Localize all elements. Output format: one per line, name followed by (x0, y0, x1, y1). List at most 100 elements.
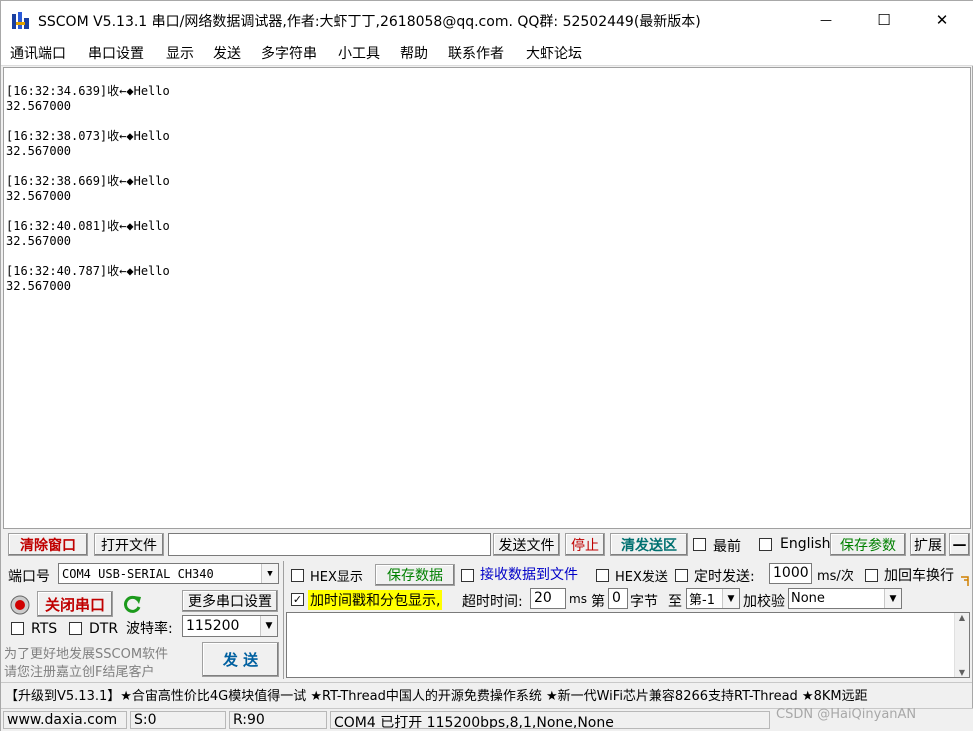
menu-tools[interactable]: 小工具 (338, 43, 380, 63)
csdn-watermark: CSDN @HaiQinyanAN (776, 707, 917, 722)
port-label: 端口号 (8, 569, 50, 585)
chevron-down-icon: ▼ (884, 589, 901, 608)
menu-bar: 通讯端口 串口设置 显示 发送 多字符串 小工具 帮助 联系作者 大虾论坛 (1, 39, 973, 66)
status-sent-count: S:0 (130, 711, 226, 729)
save-data-button[interactable]: 保存数据 (375, 564, 455, 586)
hex-send-checkbox[interactable] (596, 569, 609, 582)
timestamp-checkbox[interactable]: ✓ (291, 593, 304, 606)
status-port-info: COM4 已打开 115200bps,8,1,None,None (330, 711, 770, 729)
topmost-label: 最前 (713, 539, 741, 555)
promo-line-2: 请您注册嘉立创F结尾客户 (4, 665, 155, 680)
sscom-app-icon (12, 12, 29, 29)
receive-log[interactable]: [16:32:34.639]收←◆Hello 32.567000 [16:32:3… (3, 67, 971, 529)
clear-send-area-button[interactable]: 清发送区 (610, 533, 688, 556)
chevron-down-icon: ▼ (260, 616, 277, 636)
send-file-button[interactable]: 发送文件 (493, 533, 560, 556)
checksum-label: 加校验 (743, 594, 785, 610)
rts-label: RTS (31, 621, 58, 637)
send-text-area[interactable] (286, 612, 970, 678)
log-entry: [16:32:34.639]收←◆Hello 32.567000 (6, 84, 970, 114)
menu-help[interactable]: 帮助 (400, 43, 428, 63)
menu-send[interactable]: 发送 (213, 43, 241, 63)
menu-contact-author[interactable]: 联系作者 (448, 43, 504, 63)
topmost-checkbox[interactable] (693, 538, 706, 551)
send-button[interactable]: 发 送 (202, 642, 279, 677)
port-value: COM4 USB-SERIAL CH340 (62, 566, 214, 581)
menu-forum[interactable]: 大虾论坛 (526, 43, 582, 63)
timeout-label: 超时时间: (462, 594, 523, 610)
to-value: 第-1 (689, 593, 715, 608)
add-crlf-checkbox[interactable] (865, 569, 878, 582)
close-port-button[interactable]: 关闭串口 (37, 591, 113, 617)
port-status-lamp-icon (10, 595, 30, 615)
send-area-scrollbar[interactable]: ▲ ▼ (954, 613, 969, 677)
rts-checkbox[interactable] (11, 622, 24, 635)
title-bar: SSCOM V5.13.1 串口/网络数据调试器,作者:大虾丁丁,2618058… (1, 1, 973, 39)
news-ticker[interactable]: 【升级到V5.13.1】★合宙高性价比4G模块值得一试 ★RT-Thread中国… (1, 682, 972, 704)
resize-grip-icon (961, 576, 969, 586)
collapse-button[interactable]: — (949, 533, 970, 556)
log-header: [16:32:34.639]收←◆Hello (6, 84, 170, 98)
byte-index-input[interactable]: 0 (608, 588, 628, 609)
timeout-unit-label: ms (569, 592, 587, 606)
clear-window-button[interactable]: 清除窗口 (8, 533, 88, 556)
timeout-input[interactable]: 20 (530, 588, 566, 609)
log-value: 32.567000 (6, 279, 72, 293)
minimize-button[interactable]: — (797, 1, 855, 39)
open-file-button[interactable]: 打开文件 (94, 533, 164, 556)
status-website-link[interactable]: www.daxia.com (3, 711, 127, 729)
maximize-button[interactable]: ☐ (855, 1, 913, 39)
menu-serial-settings[interactable]: 串口设置 (88, 43, 144, 63)
recv-to-file-checkbox[interactable] (461, 569, 474, 582)
log-entry: [16:32:38.669]收←◆Hello 32.567000 (6, 174, 970, 204)
menu-comm-port[interactable]: 通讯端口 (10, 43, 66, 63)
minimize-icon: — (820, 13, 832, 27)
scroll-up-icon[interactable]: ▲ (955, 613, 969, 622)
scroll-down-icon[interactable]: ▼ (955, 668, 969, 677)
status-received-count: R:90 (229, 711, 327, 729)
to-label: 至 (668, 594, 682, 610)
chevron-down-icon: ▼ (722, 589, 739, 608)
close-window-button[interactable]: ✕ (913, 1, 971, 39)
baud-select[interactable]: 115200 ▼ (182, 615, 278, 637)
chevron-down-icon: ▼ (261, 564, 278, 583)
log-header: [16:32:38.669]收←◆Hello (6, 174, 170, 188)
timed-send-checkbox[interactable] (675, 569, 688, 582)
interval-input[interactable]: 1000 (769, 563, 812, 584)
refresh-icon[interactable] (121, 593, 143, 615)
menu-display[interactable]: 显示 (166, 43, 194, 63)
checksum-select[interactable]: None ▼ (788, 588, 902, 609)
dtr-checkbox[interactable] (69, 622, 82, 635)
promo-line-1: 为了更好地发展SSCOM软件 (4, 647, 169, 662)
more-settings-button[interactable]: 更多串口设置 (182, 590, 278, 612)
log-header: [16:32:40.787]收←◆Hello (6, 264, 170, 278)
log-value: 32.567000 (6, 234, 72, 248)
file-path-input[interactable] (168, 533, 491, 556)
stop-button[interactable]: 停止 (565, 533, 605, 556)
log-header: [16:32:38.073]收←◆Hello (6, 129, 170, 143)
log-entry: [16:32:40.081]收←◆Hello 32.567000 (6, 219, 970, 249)
close-icon: ✕ (935, 11, 949, 29)
timed-send-label: 定时发送: (694, 569, 755, 585)
port-select[interactable]: COM4 USB-SERIAL CH340 ▼ (58, 563, 279, 584)
save-params-button[interactable]: 保存参数 (830, 533, 906, 556)
expand-button[interactable]: 扩展 (910, 533, 946, 556)
baud-label: 波特率: (126, 621, 173, 637)
panel-divider (283, 561, 284, 679)
checksum-value: None (791, 591, 825, 606)
baud-value: 115200 (186, 618, 240, 634)
recv-to-file-label: 接收数据到文件 (480, 567, 578, 583)
english-checkbox[interactable] (759, 538, 772, 551)
menu-multi-string[interactable]: 多字符串 (261, 43, 317, 63)
byte-prefix-label: 第 (591, 594, 605, 610)
byte-suffix-label: 字节 (630, 594, 658, 610)
to-select[interactable]: 第-1 ▼ (686, 588, 740, 609)
sscom-window: SSCOM V5.13.1 串口/网络数据调试器,作者:大虾丁丁,2618058… (0, 0, 973, 731)
hex-send-label: HEX发送 (615, 570, 668, 585)
hex-display-checkbox[interactable] (291, 569, 304, 582)
log-entry: [16:32:40.787]收←◆Hello 32.567000 (6, 264, 970, 294)
hex-display-label: HEX显示 (310, 570, 363, 585)
dtr-label: DTR (89, 621, 119, 637)
interval-unit-label: ms/次 (817, 569, 854, 584)
timestamp-label: 加时间戳和分包显示, (308, 590, 443, 610)
